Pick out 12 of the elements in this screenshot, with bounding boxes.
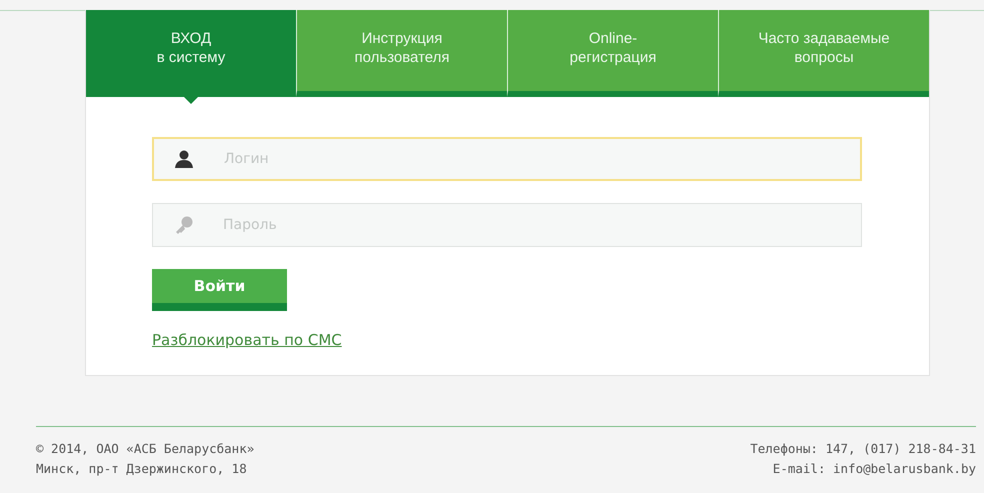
- user-icon: [174, 150, 194, 168]
- nav-tab[interactable]: Online- регистрация: [507, 10, 718, 97]
- unlock-sms-link[interactable]: Разблокировать по СМС: [152, 331, 342, 349]
- footer-text: Минск, пр-т Дзержинского, 18: [36, 460, 247, 478]
- key-icon: [174, 216, 194, 234]
- footer-text: © 2014, ОАО «АСБ Беларусбанк»: [36, 440, 254, 458]
- login-button[interactable]: Войти: [152, 269, 287, 311]
- nav-tab[interactable]: Часто задаваемые вопросы: [718, 10, 929, 97]
- nav-tab[interactable]: Инструкция пользователя: [296, 10, 507, 97]
- footer-text: Телефоны: 147, (017) 218-84-31: [750, 440, 976, 458]
- footer-text: E-mail: info@belarusbank.by: [772, 460, 976, 478]
- tab-pointer-icon: [183, 96, 199, 104]
